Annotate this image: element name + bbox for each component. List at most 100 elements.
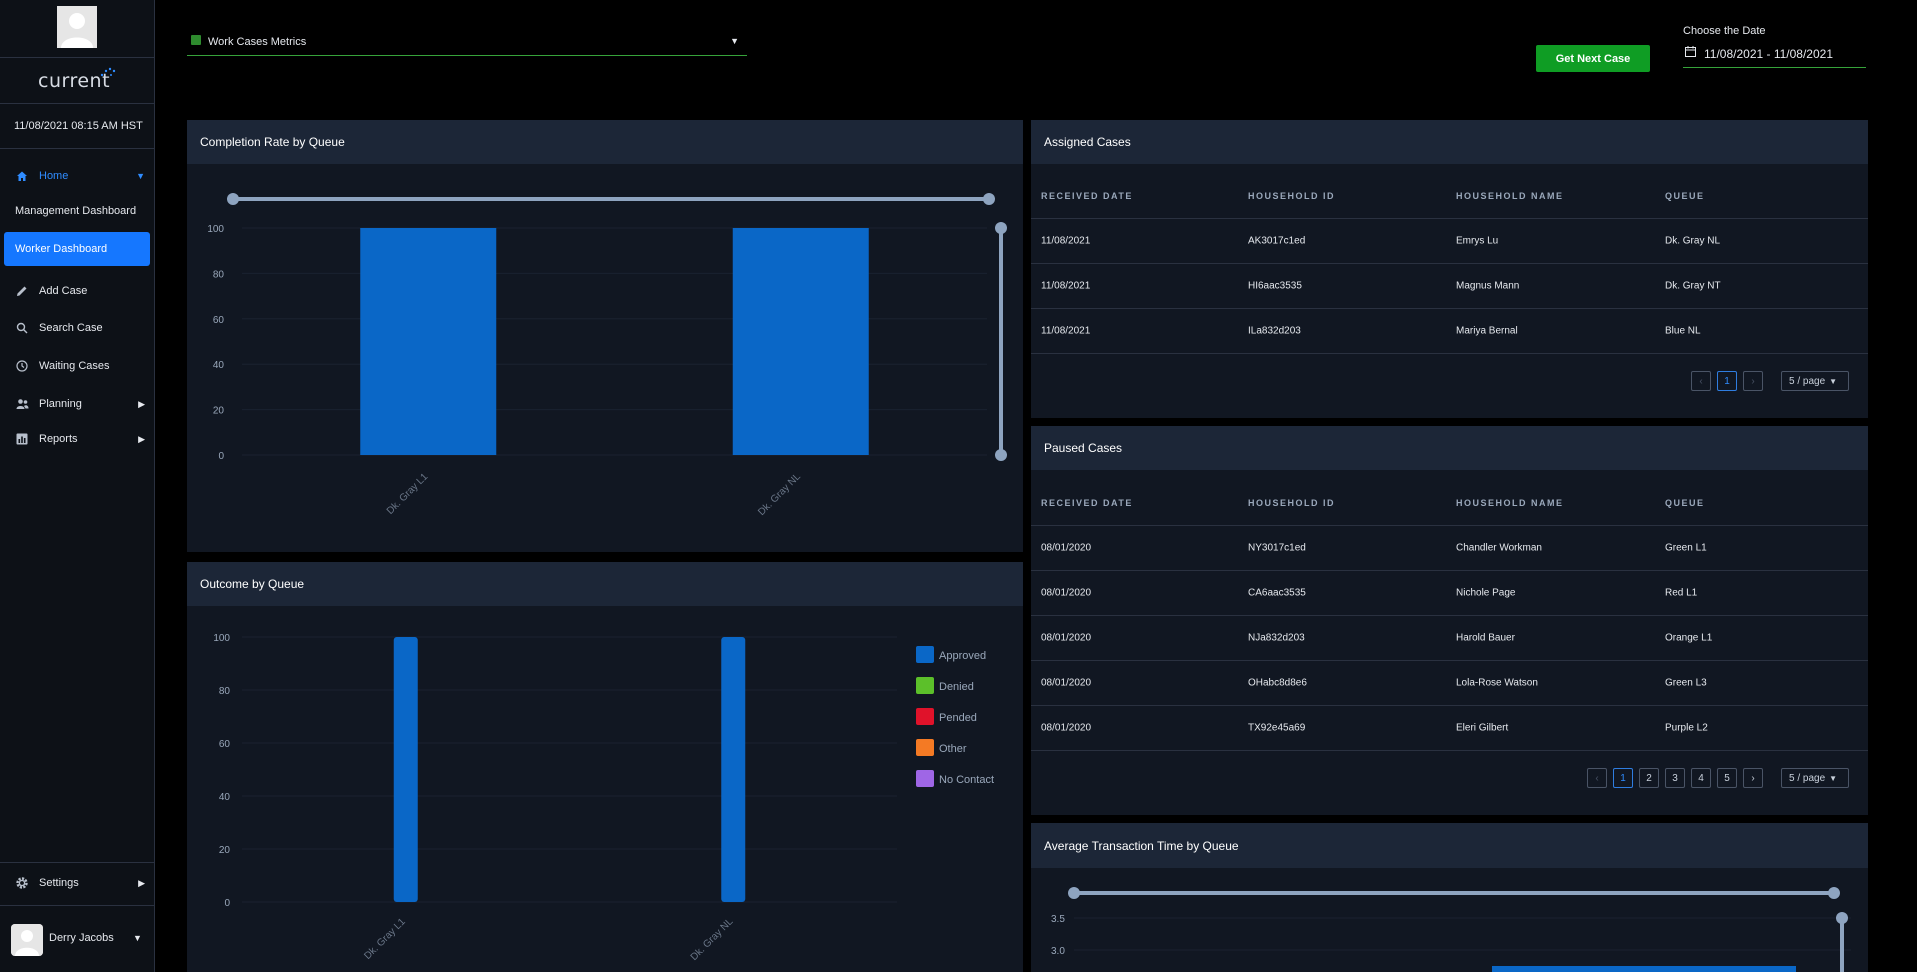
bar[interactable] [393,637,418,902]
next-page-button[interactable]: › [1743,371,1763,391]
y-tick-label: 40 [219,792,231,803]
y-tick-label: 100 [213,633,230,644]
y-zoom-slider-track[interactable] [999,228,1003,455]
table-row[interactable]: 08/01/2020 TX92e45a69 Eleri Gilbert Purp… [1031,706,1868,751]
x-tick-label: Dk. Gray L1 [385,471,431,517]
prev-page-button[interactable]: ‹ [1587,768,1607,788]
legend-swatch[interactable] [916,708,934,725]
table-row[interactable]: 08/01/2020 OHabc8d8e6 Lola-Rose Watson G… [1031,661,1868,706]
user-avatar[interactable] [11,924,43,956]
paused-cases-title: Paused Cases [1031,426,1868,470]
col-household-name: HOUSEHOLD NAME [1456,191,1564,201]
cell-queue: Green L1 [1665,542,1707,554]
page-button[interactable]: 1 [1717,371,1737,391]
page-button[interactable]: 2 [1639,768,1659,788]
cell-queue: Purple L2 [1665,722,1708,734]
cell-queue: Blue NL [1665,325,1701,337]
profile-photo[interactable] [57,6,97,48]
cell-household-id: OHabc8d8e6 [1248,677,1307,689]
search-icon [15,321,29,335]
cell-queue: Orange L1 [1665,632,1713,644]
chevron-right-icon: ▶ [138,877,145,888]
table-row[interactable]: 11/08/2021 HI6aac3535 Magnus Mann Dk. Gr… [1031,264,1868,309]
bar[interactable] [721,637,746,902]
nav-settings[interactable]: Settings ▶ [0,866,155,900]
legend-swatch[interactable] [916,739,934,756]
legend-swatch[interactable] [916,770,934,787]
zoom-handle-left[interactable] [1068,887,1080,899]
nav-waiting-cases[interactable]: Waiting Cases [0,349,155,383]
cell-received-date: 11/08/2021 [1041,325,1091,337]
cell-received-date: 08/01/2020 [1041,632,1092,644]
metrics-select-value: Work Cases Metrics [208,36,307,48]
report-chart-icon [15,432,29,446]
cell-household-id: HI6aac3535 [1248,280,1302,292]
user-menu-caret-icon[interactable]: ▼ [133,933,142,943]
zoom-slider-track[interactable] [1076,891,1836,895]
nav-reports-label: Reports [39,433,78,445]
page-size-select[interactable]: 5 / page ▼ [1781,768,1849,788]
col-household-name: HOUSEHOLD NAME [1456,498,1564,508]
cell-household-name: Emrys Lu [1456,235,1499,247]
cell-household-id: NJa832d203 [1248,632,1305,644]
nav-search-case[interactable]: Search Case [0,311,155,345]
completion-rate-title: Completion Rate by Queue [187,120,1023,164]
date-label: Choose the Date [1683,25,1766,37]
nav-home-label: Home [39,170,69,182]
nav-worker-dashboard[interactable]: Worker Dashboard [4,232,150,266]
y-tick-label: 80 [213,269,225,280]
bar[interactable] [360,228,497,455]
cell-household-name: Magnus Mann [1456,280,1520,292]
current-datetime: 11/08/2021 08:15 AM HST [14,120,143,132]
page-button[interactable]: 5 [1717,768,1737,788]
bar[interactable] [1492,966,1796,972]
cell-queue: Green L3 [1665,677,1707,689]
cell-household-id: AK3017c1ed [1248,235,1306,247]
table-row[interactable]: 11/08/2021 ILa832d203 Mariya Bernal Blue… [1031,309,1868,354]
bar[interactable] [732,228,869,455]
table-row[interactable]: 08/01/2020 NJa832d203 Harold Bauer Orang… [1031,616,1868,661]
page-button[interactable]: 1 [1613,768,1633,788]
y-zoom-handle-top[interactable] [1836,912,1848,924]
table-row[interactable]: 11/08/2021 AK3017c1ed Emrys Lu Dk. Gray … [1031,219,1868,264]
avg-transaction-title: Average Transaction Time by Queue [1031,823,1868,868]
nav-management-dashboard[interactable]: Management Dashboard [0,194,155,228]
next-page-button[interactable]: › [1743,768,1763,788]
y-tick-label: 100 [207,224,224,235]
nav-reports[interactable]: Reports ▶ [0,422,155,456]
zoom-handle-left[interactable] [227,193,239,205]
y-zoom-handle-bottom[interactable] [995,449,1007,461]
cell-household-name: Eleri Gilbert [1456,722,1509,734]
nav-home[interactable]: Home ▼ [0,159,155,193]
metrics-select[interactable]: Work Cases Metrics ▼ [187,29,747,56]
y-tick-label: 60 [219,739,231,750]
legend-swatch[interactable] [916,646,934,663]
date-range-picker[interactable]: 11/08/2021 - 11/08/2021 [1683,40,1866,68]
zoom-slider-track[interactable] [233,197,993,201]
page-size-select[interactable]: 5 / page ▼ [1781,371,1849,391]
y-zoom-slider-track[interactable] [1840,920,1844,972]
legend-label: Approved [939,650,986,662]
zoom-handle-right[interactable] [983,193,995,205]
page-button[interactable]: 4 [1691,768,1711,788]
cell-received-date: 08/01/2020 [1041,677,1092,689]
chevron-down-icon: ▼ [730,36,739,46]
nav-planning[interactable]: Planning ▶ [0,387,155,421]
nav-add-case[interactable]: Add Case [0,274,155,308]
y-tick-label: 0 [224,898,230,909]
zoom-handle-right[interactable] [1828,887,1840,899]
legend-label: Denied [939,681,974,693]
cell-household-name: Chandler Workman [1456,542,1542,554]
table-row[interactable]: 08/01/2020 NY3017c1ed Chandler Workman G… [1031,526,1868,571]
page-button[interactable]: 3 [1665,768,1685,788]
assigned-cases-title: Assigned Cases [1031,120,1868,164]
table-row[interactable]: 08/01/2020 CA6aac3535 Nichole Page Red L… [1031,571,1868,616]
y-zoom-handle-top[interactable] [995,222,1007,234]
get-next-case-button[interactable]: Get Next Case [1536,45,1650,72]
legend-swatch[interactable] [916,677,934,694]
gear-icon [15,876,29,890]
assigned-pagination: ‹ 1 › 5 / page ▼ [1691,371,1849,391]
prev-page-button[interactable]: ‹ [1691,371,1711,391]
cell-received-date: 08/01/2020 [1041,722,1092,734]
paused-cases-panel: Paused Cases RECEIVED DATE HOUSEHOLD ID … [1031,426,1868,815]
